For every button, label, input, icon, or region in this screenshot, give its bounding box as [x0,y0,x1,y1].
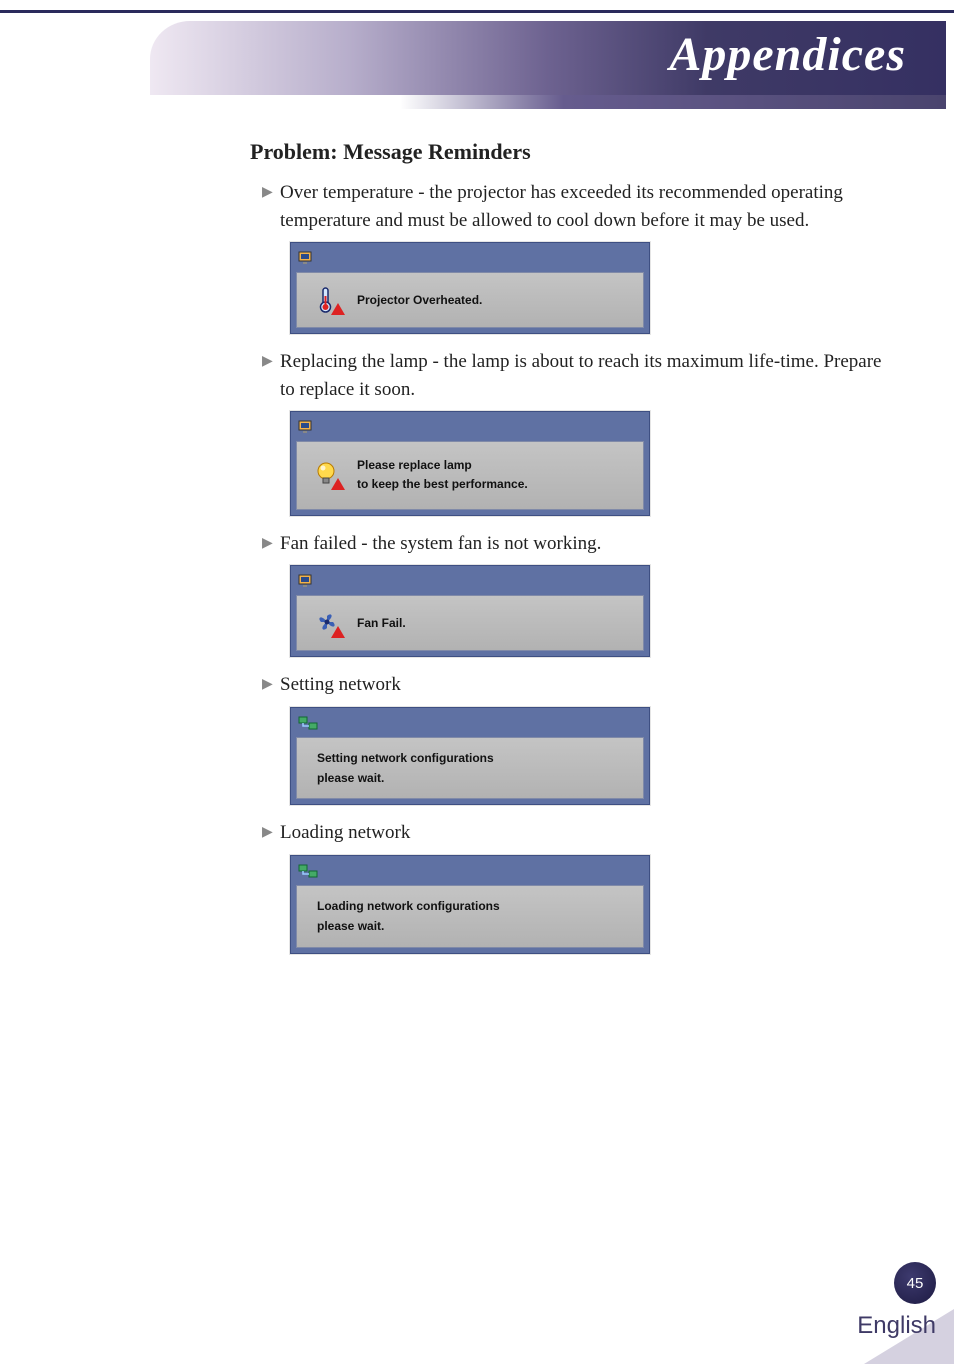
dialog-body: Loading network configurations please wa… [296,885,644,948]
dialog-lamp: Please replace lamp to keep the best per… [290,411,650,515]
list-item: ▶ Replacing the lamp - the lamp is about… [262,348,894,515]
dialog-text: Projector Overheated. [357,291,482,310]
warning-icon [331,478,345,490]
list-item: ▶ Setting network Setting network config… [262,671,894,805]
dialog-body: Fan Fail. [296,595,644,651]
header-band: Appendices [0,21,954,109]
dialog-titlebar [296,861,644,881]
bullet-arrow-icon: ▶ [262,530,280,554]
monitor-icon [298,574,314,588]
header-title: Appendices [669,27,906,82]
lamp-icon [315,462,341,488]
bullet-arrow-icon: ▶ [262,819,280,843]
monitor-icon [298,251,314,265]
dialog-titlebar [296,417,644,437]
warning-icon [331,626,345,638]
dialog-body: Projector Overheated. [296,272,644,328]
dialog-body: Setting network configurations please wa… [296,737,644,800]
dialog-line: Loading network configurations [317,896,623,916]
dialog-line: to keep the best performance. [357,475,528,494]
item-text: Setting network [280,671,894,699]
dialog-line: Please replace lamp [357,456,528,475]
list-item: ▶ Loading network Loading network config… [262,819,894,953]
dialog-line: Setting network configurations [317,748,623,768]
dialog-text: Fan Fail. [357,614,406,633]
list-item: ▶ Fan failed - the system fan is not wor… [262,530,894,658]
dialog-body: Please replace lamp to keep the best per… [296,441,644,509]
language-label: English [857,1312,936,1340]
monitor-icon [298,420,314,434]
dialog-line: please wait. [317,768,623,788]
dialog-overheat: Projector Overheated. [290,242,650,334]
item-text: Loading network [280,819,894,847]
dialog-line: please wait. [317,916,623,936]
dialog-fan: Fan Fail. [290,565,650,657]
item-text: Fan failed - the system fan is not worki… [280,530,894,558]
section-heading: Problem: Message Reminders [250,139,894,165]
bullet-arrow-icon: ▶ [262,179,280,203]
list-item: ▶ Over temperature - the projector has e… [262,179,894,334]
bullet-arrow-icon: ▶ [262,348,280,372]
footer: 45 English [857,1262,936,1340]
dialog-titlebar [296,248,644,268]
item-text: Replacing the lamp - the lamp is about t… [280,348,894,403]
page-number-badge: 45 [894,1262,936,1304]
dialog-titlebar [296,571,644,591]
network-icon [298,716,318,730]
content: Problem: Message Reminders ▶ Over temper… [250,139,894,954]
dialog-titlebar [296,713,644,733]
dialog-text: Please replace lamp to keep the best per… [357,456,528,494]
bullet-arrow-icon: ▶ [262,671,280,695]
warning-icon [331,303,345,315]
top-rule [0,10,954,13]
item-text: Over temperature - the projector has exc… [280,179,894,234]
dialog-setting-network: Setting network configurations please wa… [290,707,650,806]
header-underbar [400,95,946,109]
network-icon [298,864,318,878]
dialog-loading-network: Loading network configurations please wa… [290,855,650,954]
fan-icon [315,610,341,636]
thermometer-icon [315,287,341,313]
